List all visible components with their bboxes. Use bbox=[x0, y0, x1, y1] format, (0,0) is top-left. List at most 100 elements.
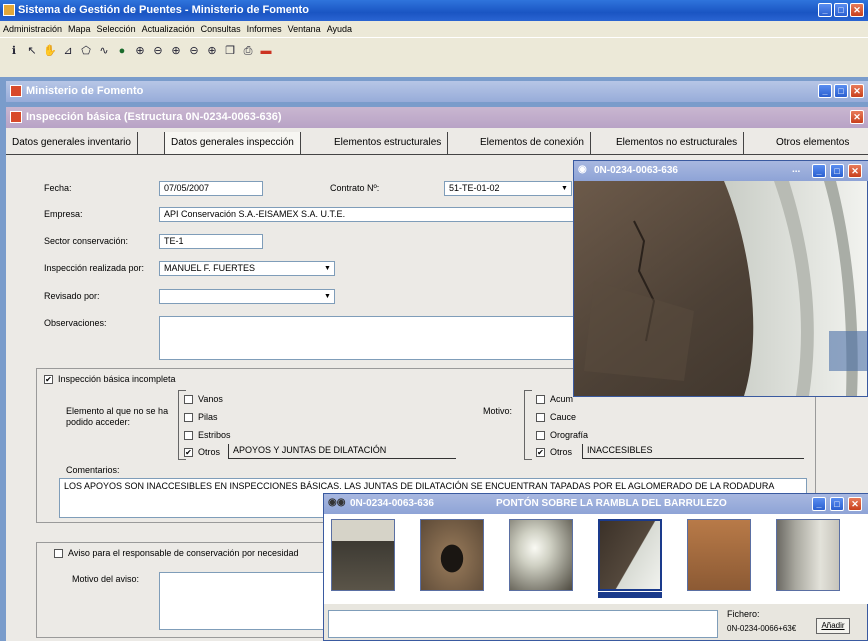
app-close-button[interactable]: ✕ bbox=[850, 3, 864, 17]
motivo-cauce-checkbox[interactable] bbox=[536, 413, 545, 422]
menu-ventana[interactable]: Ventana bbox=[288, 24, 321, 34]
incompleta-label: Inspección básica incompleta bbox=[58, 374, 176, 384]
chevron-down-icon[interactable]: ▼ bbox=[322, 291, 333, 302]
elemento-vanos-checkbox[interactable] bbox=[184, 395, 193, 404]
tab-datos-inspeccion[interactable]: Datos generales inspección bbox=[164, 132, 301, 154]
chevron-down-icon[interactable]: ▼ bbox=[559, 183, 570, 194]
elemento-otros-checkbox[interactable]: ✔ bbox=[184, 448, 193, 457]
gallery-minimize-button[interactable]: _ bbox=[812, 497, 826, 511]
tab-elementos-conexion[interactable]: Elementos de conexión bbox=[474, 132, 591, 154]
thumbnail-strip bbox=[324, 514, 868, 604]
form-icon bbox=[10, 111, 22, 123]
aviso-motivo-label: Motivo del aviso: bbox=[72, 574, 140, 584]
motivo-orografia-checkbox[interactable] bbox=[536, 431, 545, 440]
exit-icon[interactable]: ▬ bbox=[258, 43, 274, 59]
binoculars-icon: ◉◉ bbox=[328, 497, 346, 508]
inspector-value: MANUEL F. FUERTES bbox=[164, 263, 256, 273]
ellipsis-icon: ... bbox=[792, 164, 801, 175]
menu-actualizacion[interactable]: Actualización bbox=[142, 24, 195, 34]
photo-window[interactable]: ◉ 0N-0234-0063-636 ... _ □ ✕ bbox=[573, 160, 868, 397]
zoom-in-icon[interactable]: ⊕ bbox=[132, 43, 148, 59]
elemento-estribos-checkbox[interactable] bbox=[184, 431, 193, 440]
gallery-window[interactable]: ◉◉ 0N-0234-0063-636 PONTÓN SOBRE LA RAMB… bbox=[323, 493, 868, 641]
observaciones-textarea[interactable] bbox=[159, 316, 579, 360]
motivo-label: Motivo: bbox=[483, 406, 513, 416]
comentarios-label: Comentarios: bbox=[66, 465, 120, 475]
tab-otros-elementos[interactable]: Otros elementos bbox=[770, 132, 855, 154]
hand-icon[interactable]: ✋ bbox=[42, 43, 58, 59]
thumbnail[interactable] bbox=[776, 519, 840, 591]
fecha-input[interactable]: 07/05/2007 bbox=[159, 181, 263, 196]
print-icon[interactable]: ⎙ bbox=[240, 43, 256, 59]
measure-icon[interactable]: ⊿ bbox=[60, 43, 76, 59]
app-maximize-button[interactable]: □ bbox=[834, 3, 848, 17]
motivo-otros-checkbox[interactable]: ✔ bbox=[536, 448, 545, 457]
sector-input[interactable]: TE-1 bbox=[159, 234, 263, 249]
gallery-title-name: PONTÓN SOBRE LA RAMBLA DEL BARRULEZO bbox=[496, 498, 727, 509]
thumbnail[interactable] bbox=[331, 519, 395, 591]
menu-seleccion[interactable]: Selección bbox=[97, 24, 136, 34]
gallery-maximize-button[interactable]: □ bbox=[830, 497, 844, 511]
elemento-pilas-checkbox[interactable] bbox=[184, 413, 193, 422]
thumbnail[interactable] bbox=[420, 519, 484, 591]
tab-elementos-estructurales[interactable]: Elementos estructurales bbox=[328, 132, 449, 154]
menu-ayuda[interactable]: Ayuda bbox=[327, 24, 352, 34]
tab-elementos-no-estructurales[interactable]: Elementos no estructurales bbox=[610, 132, 745, 154]
gallery-title-bar: ◉◉ 0N-0234-0063-636 PONTÓN SOBRE LA RAMB… bbox=[324, 494, 868, 514]
motivo-otros-label: Otros bbox=[550, 447, 573, 457]
info-icon[interactable]: ℹ bbox=[6, 43, 22, 59]
lasso-icon[interactable]: ∿ bbox=[96, 43, 112, 59]
elemento-otros-input[interactable]: APOYOS Y JUNTAS DE DILATACIÓN bbox=[228, 444, 456, 459]
polygon-icon[interactable]: ⬠ bbox=[78, 43, 94, 59]
mdi-maximize-button[interactable]: □ bbox=[834, 84, 848, 98]
mdi-close-button[interactable]: ✕ bbox=[850, 84, 864, 98]
thumbnail[interactable] bbox=[687, 519, 751, 591]
sector-label: Sector conservación: bbox=[44, 236, 129, 246]
photo-close-button[interactable]: ✕ bbox=[848, 164, 862, 178]
contrato-select[interactable]: 51-TE-01-02 ▼ bbox=[444, 181, 572, 196]
app-title-bar: Sistema de Gestión de Puentes - Minister… bbox=[0, 0, 868, 21]
tab-strip: Datos generales inventario Datos general… bbox=[6, 132, 868, 154]
photo-maximize-button[interactable]: □ bbox=[830, 164, 844, 178]
empresa-input[interactable]: API Conservación S.A.-EISAMEX S.A. U.T.E… bbox=[159, 207, 574, 222]
menu-mapa[interactable]: Mapa bbox=[68, 24, 91, 34]
zoom-window-icon[interactable]: ⊕ bbox=[168, 43, 184, 59]
form-close-button[interactable]: ✕ bbox=[850, 110, 864, 124]
gallery-caption-input[interactable] bbox=[328, 610, 718, 638]
menu-consultas[interactable]: Consultas bbox=[201, 24, 241, 34]
motivo-orografia-label: Orografía bbox=[550, 430, 589, 440]
menu-bar: Administración Mapa Selección Actualización… bbox=[0, 21, 868, 37]
inspector-select[interactable]: MANUEL F. FUERTES ▼ bbox=[159, 261, 335, 276]
fichero-label: Fichero: bbox=[727, 609, 760, 619]
motivo-otros-input[interactable]: INACCESIBLES bbox=[582, 444, 804, 459]
mdi-minimize-button[interactable]: _ bbox=[818, 84, 832, 98]
gallery-title-code: 0N-0234-0063-636 bbox=[350, 498, 434, 509]
camera-icon: ◉ bbox=[578, 164, 587, 175]
fecha-label: Fecha: bbox=[44, 183, 72, 193]
photo-minimize-button[interactable]: _ bbox=[812, 164, 826, 178]
app-title: Sistema de Gestión de Puentes - Minister… bbox=[18, 4, 309, 16]
zoom-out-icon[interactable]: ⊖ bbox=[150, 43, 166, 59]
mdi-icon bbox=[10, 85, 22, 97]
add-button[interactable]: Añadir bbox=[816, 618, 850, 634]
motivo-acum-checkbox[interactable] bbox=[536, 395, 545, 404]
incompleta-checkbox[interactable]: ✔ bbox=[44, 375, 53, 384]
thumbnail[interactable] bbox=[509, 519, 573, 591]
globe-icon[interactable]: ● bbox=[114, 43, 130, 59]
form-title: Inspección básica (Estructura 0N-0234-00… bbox=[26, 111, 282, 123]
copy-icon[interactable]: ❐ bbox=[222, 43, 238, 59]
revisado-select[interactable]: ▼ bbox=[159, 289, 335, 304]
bridge-photo bbox=[574, 181, 867, 396]
tab-datos-inventario[interactable]: Datos generales inventario bbox=[6, 132, 138, 154]
chevron-down-icon[interactable]: ▼ bbox=[322, 263, 333, 274]
thumbnail[interactable] bbox=[598, 519, 662, 591]
zoom-prev-icon[interactable]: ⊖ bbox=[186, 43, 202, 59]
app-icon bbox=[3, 4, 15, 16]
zoom-extent-icon[interactable]: ⊕ bbox=[204, 43, 220, 59]
menu-informes[interactable]: Informes bbox=[247, 24, 282, 34]
app-minimize-button[interactable]: _ bbox=[818, 3, 832, 17]
menu-administracion[interactable]: Administración bbox=[3, 24, 62, 34]
gallery-close-button[interactable]: ✕ bbox=[848, 497, 862, 511]
aviso-checkbox[interactable] bbox=[54, 549, 63, 558]
pointer-icon[interactable]: ↖ bbox=[24, 43, 40, 59]
